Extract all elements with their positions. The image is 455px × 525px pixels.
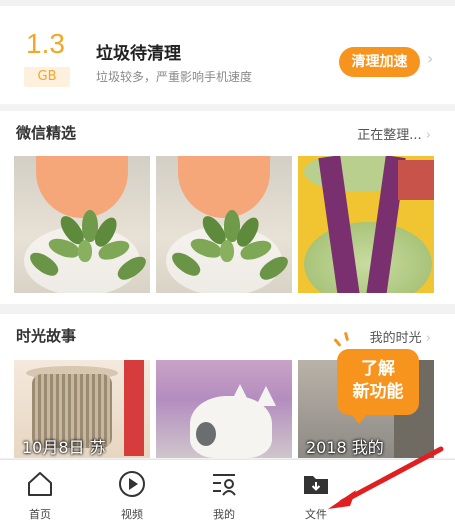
wechat-selection-section: 微信精选 正在整理... ›: [0, 111, 455, 304]
new-feature-bubble[interactable]: 了解 新功能: [337, 349, 419, 424]
junk-cleanup-card[interactable]: 1.3 GB 垃圾待清理 垃圾较多，严重影响手机速度 清理加速 ›: [0, 6, 455, 104]
play-icon: [119, 471, 145, 497]
junk-size-unit: GB: [24, 67, 70, 87]
junk-subtitle: 垃圾较多，严重影响手机速度: [96, 70, 253, 84]
chevron-right-icon: ›: [425, 331, 431, 346]
chevron-right-icon: ›: [425, 128, 431, 143]
home-icon: [28, 472, 52, 496]
wechat-section-title: 微信精选: [16, 124, 77, 142]
wechat-photo-succulent-1[interactable]: [14, 156, 150, 293]
time-section-title: 时光故事: [16, 327, 77, 345]
wechat-photo-succulent-2[interactable]: [156, 156, 292, 293]
feature-bubble-line1: 了解: [361, 359, 395, 379]
chevron-right-icon: ›: [427, 49, 434, 68]
junk-title: 垃圾待清理: [96, 44, 181, 64]
my-time-link-label: 我的时光: [369, 331, 422, 346]
wechat-photo-melons[interactable]: [298, 156, 434, 293]
junk-size-value: 1.3: [26, 28, 65, 59]
nav-label-video: 视频: [121, 508, 143, 521]
clean-speedup-button[interactable]: 清理加速: [339, 47, 420, 77]
wechat-status-text: 正在整理...: [357, 128, 422, 143]
wechat-section-status[interactable]: 正在整理... ›: [357, 124, 431, 143]
profile-list-icon: [213, 474, 236, 496]
time-story-card-1[interactable]: 10月8日 苏: [14, 360, 150, 458]
red-arrow-annotation: [328, 446, 444, 509]
nav-label-mine: 我的: [213, 508, 235, 521]
my-time-link[interactable]: 我的时光 ›: [370, 327, 431, 346]
time-story-card-2[interactable]: [156, 360, 292, 458]
nav-label-home: 首页: [29, 508, 51, 521]
feature-bubble-line2: 新功能: [352, 382, 404, 402]
nav-item-video[interactable]: 视频: [92, 460, 172, 525]
nav-item-mine[interactable]: 我的: [184, 460, 264, 525]
file-manager-home: 1.3 GB 垃圾待清理 垃圾较多，严重影响手机速度 清理加速 › 微信精选 正…: [0, 0, 455, 525]
story-caption: 10月8日 苏: [22, 438, 106, 457]
nav-item-home[interactable]: 首页: [0, 460, 80, 525]
